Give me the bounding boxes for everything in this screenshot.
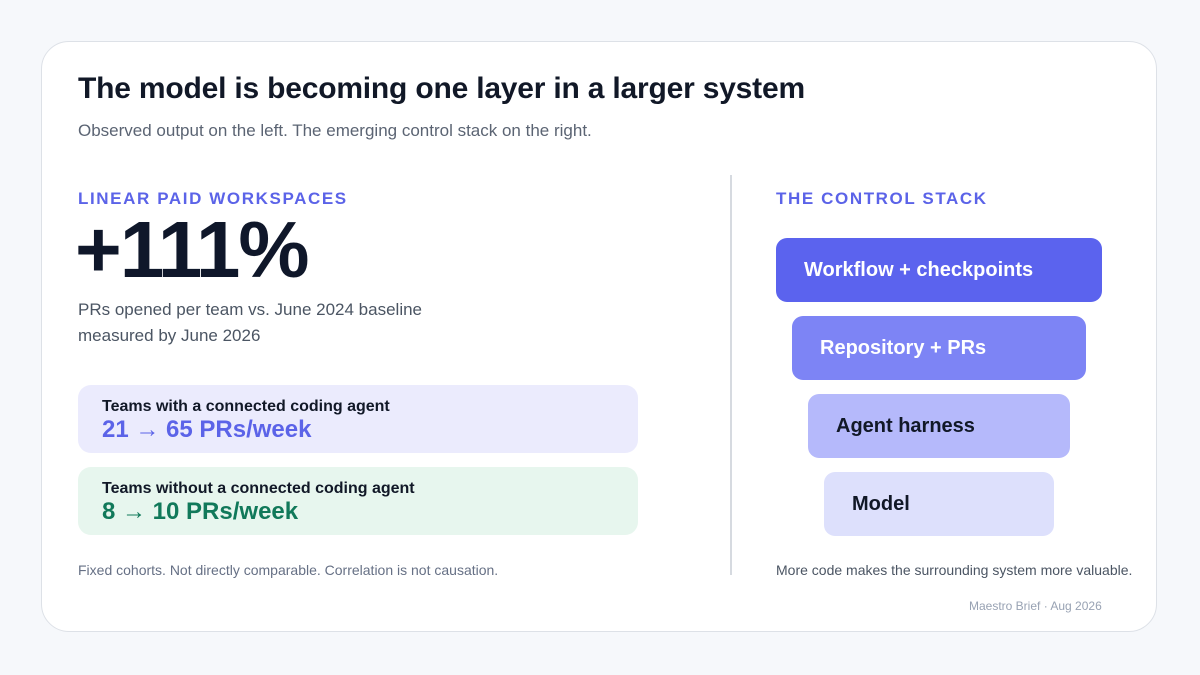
stack-layer-repository: Repository + PRs	[792, 316, 1086, 380]
left-footnote: Fixed cohorts. Not directly comparable. …	[78, 562, 499, 578]
page-title: The model is becoming one layer in a lar…	[78, 72, 805, 105]
cohort-title: Teams with a connected coding agent	[102, 398, 390, 415]
stack-layer-workflow: Workflow + checkpoints	[776, 238, 1102, 302]
right-footnote: More code makes the surrounding system m…	[776, 562, 1133, 578]
cohort-value: 8 → 10 PRs/week	[102, 498, 299, 525]
cohort-value: 21 → 65 PRs/week	[102, 416, 312, 443]
brief-card: The model is becoming one layer in a lar…	[41, 41, 1157, 632]
column-divider	[730, 175, 732, 575]
control-stack-section-label: THE CONTROL STACK	[776, 189, 988, 208]
metric-description-line: measured by June 2026	[78, 326, 261, 345]
page-subtitle: Observed output on the left. The emergin…	[78, 121, 592, 140]
stack-layer-model: Model	[824, 472, 1054, 536]
stack-layer-agent-harness: Agent harness	[808, 394, 1070, 458]
attribution: Maestro Brief · Aug 2026	[969, 599, 1102, 613]
metric-description-line: PRs opened per team vs. June 2024 baseli…	[78, 300, 423, 319]
headline-metric: +111%	[75, 205, 309, 294]
metric-description: PRs opened per team vs. June 2024 baseli…	[78, 297, 422, 349]
cohort-with-agent-card: Teams with a connected coding agent 21 →…	[78, 385, 638, 453]
cohort-title: Teams without a connected coding agent	[102, 480, 415, 497]
cohort-without-agent-card: Teams without a connected coding agent 8…	[78, 467, 638, 535]
